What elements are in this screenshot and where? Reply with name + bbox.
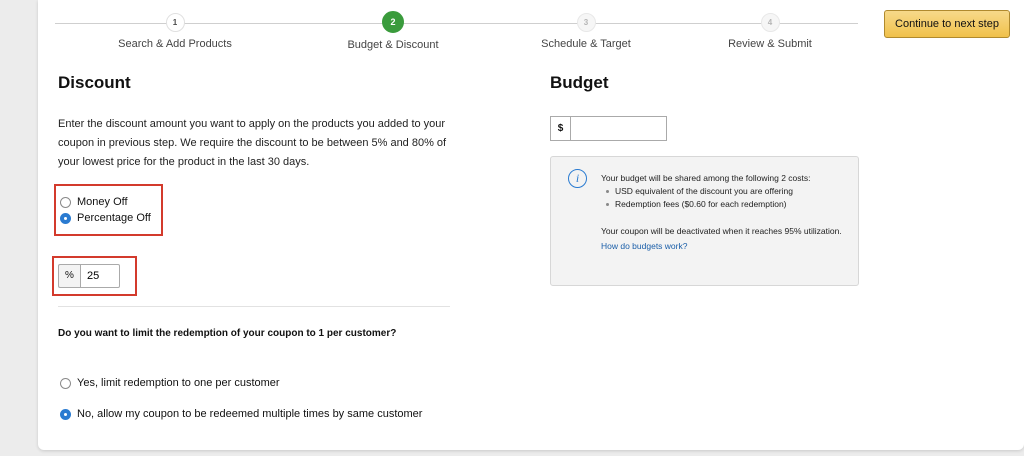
budget-info-text: Your budget will be shared among the fol… (601, 172, 851, 253)
discount-type-highlight (54, 184, 163, 236)
radio-label: Percentage Off (77, 212, 151, 224)
radio-checked-icon[interactable] (60, 212, 71, 224)
how-budgets-work-link[interactable]: How do budgets work? (601, 240, 687, 253)
step-search-add-products[interactable]: 1 Search & Add Products (75, 13, 275, 50)
info-icon: i (568, 169, 587, 188)
radio-unchecked-icon[interactable] (60, 377, 71, 389)
budget-field: $ (550, 116, 667, 141)
radio-label: Money Off (77, 196, 128, 208)
step-review-submit[interactable]: 4 Review & Submit (670, 13, 870, 50)
budget-cost-list: USD equivalent of the discount you are o… (601, 185, 851, 211)
step-number-badge: 3 (576, 13, 596, 32)
step-number-badge: 2 (382, 11, 404, 33)
radio-label: Yes, limit redemption to one per custome… (77, 377, 280, 389)
radio-percentage-off[interactable]: Percentage Off (60, 212, 151, 224)
list-item: Redemption fees ($0.60 for each redempti… (601, 198, 851, 211)
discount-heading: Discount (58, 73, 131, 92)
step-label: Review & Submit (728, 38, 812, 50)
budget-info-box: i Your budget will be shared among the f… (550, 156, 859, 286)
step-number-badge: 4 (760, 13, 780, 32)
discount-amount-input[interactable] (80, 264, 120, 288)
step-label: Budget & Discount (347, 39, 439, 51)
radio-money-off[interactable]: Money Off (60, 196, 128, 208)
radio-allow-multiple-redemptions[interactable]: No, allow my coupon to be redeemed multi… (60, 408, 422, 420)
budget-heading: Budget (550, 73, 609, 92)
discount-description: Enter the discount amount you want to ap… (58, 118, 447, 168)
radio-label: No, allow my coupon to be redeemed multi… (77, 408, 423, 420)
step-schedule-target[interactable]: 3 Schedule & Target (486, 13, 686, 50)
step-number-badge: 1 (165, 13, 185, 32)
progress-stepper: 1 Search & Add Products 2 Budget & Disco… (38, 0, 1024, 60)
dollar-addon: $ (550, 116, 570, 141)
radio-checked-icon[interactable] (60, 408, 71, 420)
coupon-form-card: 1 Search & Add Products 2 Budget & Disco… (38, 0, 1024, 450)
continue-button[interactable]: Continue to next step (884, 10, 1010, 38)
budget-deactivation-note: Your coupon will be deactivated when it … (601, 226, 842, 236)
section-divider (58, 306, 450, 307)
limit-redemption-question: Do you want to limit the redemption of y… (58, 328, 397, 339)
step-label: Search & Add Products (118, 38, 232, 50)
budget-info-intro: Your budget will be shared among the fol… (601, 173, 811, 183)
radio-limit-one-per-customer[interactable]: Yes, limit redemption to one per custome… (60, 377, 280, 389)
radio-unchecked-icon[interactable] (60, 196, 71, 208)
step-budget-discount[interactable]: 2 Budget & Discount (293, 11, 493, 51)
list-item: USD equivalent of the discount you are o… (601, 185, 851, 198)
budget-input[interactable] (570, 116, 667, 141)
percent-addon: % (58, 264, 80, 288)
step-label: Schedule & Target (541, 38, 631, 50)
discount-amount-field: % (58, 264, 120, 288)
